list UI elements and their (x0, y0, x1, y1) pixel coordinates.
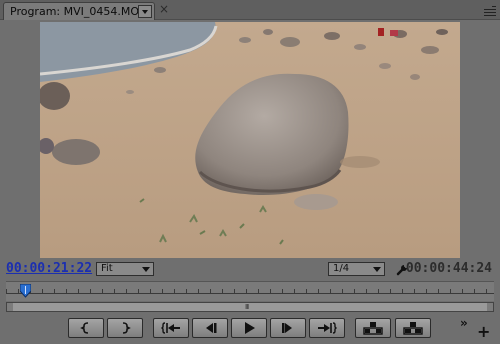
zoom-level-value: Fit (101, 263, 113, 274)
current-timecode[interactable]: 00:00:21:22 (6, 261, 92, 276)
zoom-grip[interactable]: III (245, 304, 249, 311)
more-buttons-icon[interactable]: » (460, 316, 468, 330)
duration-timecode: 00:00:44:24 (405, 261, 492, 276)
go-to-out-icon (318, 322, 337, 334)
close-icon[interactable]: × (158, 2, 170, 16)
mark-in-button[interactable] (68, 318, 104, 338)
chevron-down-icon (142, 267, 150, 272)
playback-resolution-value: 1/4 (333, 263, 350, 274)
program-video-frame[interactable] (40, 22, 460, 258)
lift-button[interactable] (355, 318, 391, 338)
zoom-handle-right[interactable] (487, 303, 493, 311)
go-to-in-icon (161, 322, 180, 334)
extract-button[interactable] (395, 318, 431, 338)
video-frame-image (40, 22, 460, 258)
panel-menu-icon[interactable] (482, 4, 496, 16)
program-monitor-tab[interactable]: Program: MVI_0454.MOV (3, 2, 155, 20)
dropdown-arrow-icon[interactable] (138, 5, 152, 18)
go-to-in-button[interactable] (153, 318, 189, 338)
step-forward-icon (282, 323, 292, 333)
mark-out-icon (122, 322, 131, 334)
tab-label: Program: MVI_0454.MOV (10, 5, 147, 18)
extract-icon (403, 322, 423, 335)
time-ruler[interactable] (6, 281, 494, 301)
zoom-handle-left[interactable] (7, 303, 13, 311)
ruler-baseline (6, 293, 494, 294)
chevron-down-icon (373, 267, 381, 272)
playback-resolution-select[interactable]: 1/4 (328, 262, 385, 276)
play-button[interactable] (231, 318, 267, 338)
play-icon (245, 322, 255, 334)
step-back-icon (206, 323, 217, 333)
zoom-level-select[interactable]: Fit (96, 262, 154, 276)
step-forward-button[interactable] (270, 318, 306, 338)
go-to-out-button[interactable] (309, 318, 345, 338)
button-editor-add-icon[interactable]: + (477, 324, 490, 340)
step-back-button[interactable] (192, 318, 228, 338)
mark-in-icon (80, 322, 89, 334)
lift-icon (363, 322, 383, 335)
panel-tab-bar: Program: MVI_0454.MOV × (0, 0, 500, 20)
timeline-zoom-scrollbar[interactable]: III (6, 302, 494, 312)
mark-out-button[interactable] (107, 318, 143, 338)
playhead-icon[interactable] (20, 284, 31, 298)
